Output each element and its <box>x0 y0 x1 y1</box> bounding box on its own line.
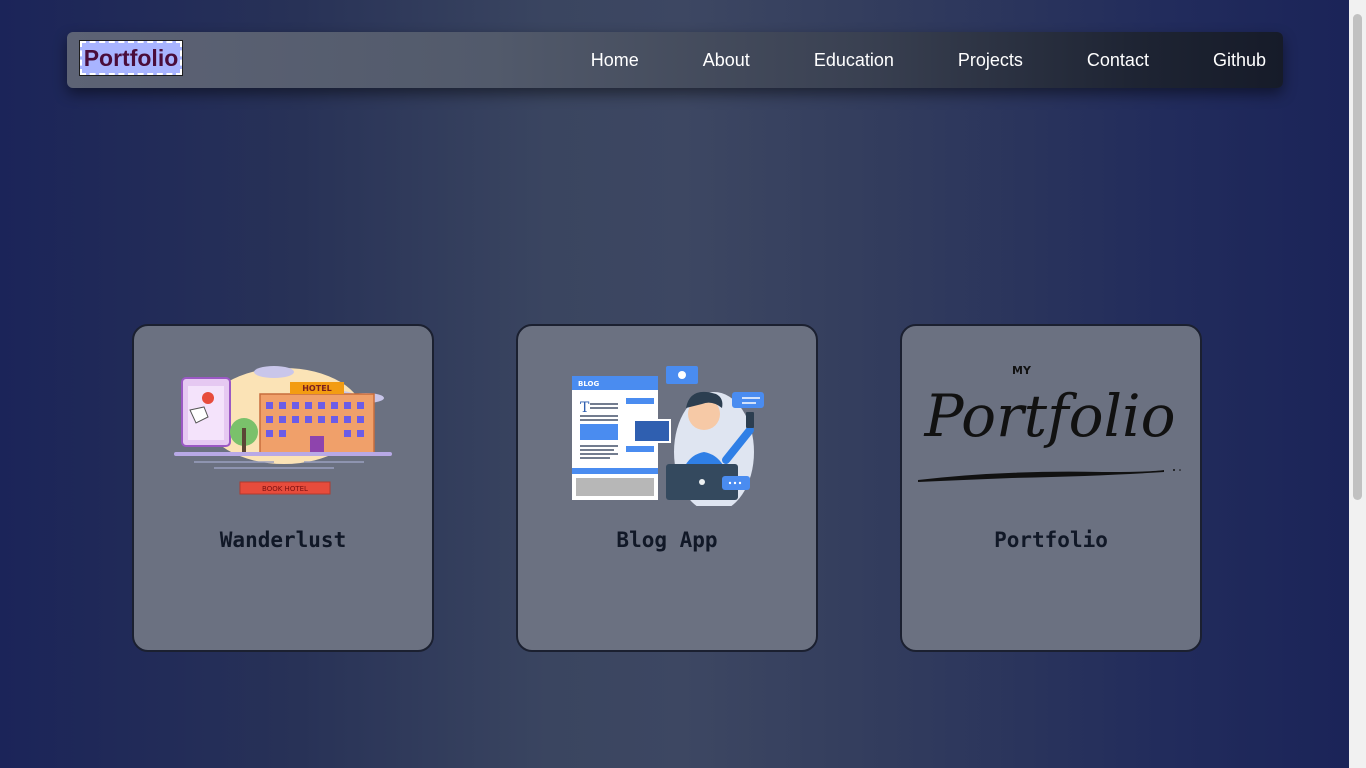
project-card-wanderlust[interactable]: HOTEL BOOK HOTEL Wanderlust <box>132 324 434 652</box>
hotel-booking-illustration: HOTEL BOOK HOTEL <box>174 366 392 495</box>
nav-link-github[interactable]: Github <box>1213 50 1266 71</box>
logo-script-text: Portfolio <box>923 382 1175 450</box>
project-card-portfolio[interactable]: MY Portfolio Portfolio <box>900 324 1202 652</box>
nav-link-education[interactable]: Education <box>814 50 894 71</box>
nav-link-projects[interactable]: Projects <box>958 50 1023 71</box>
blog-writer-illustration: BLOG T <box>572 366 764 506</box>
project-card-blog-app[interactable]: BLOG T Blog App <box>516 324 818 652</box>
project-title: Blog App <box>616 528 718 552</box>
logo-small-text: MY <box>1012 364 1032 377</box>
scrollbar-thumb[interactable] <box>1353 14 1362 500</box>
nav-links: Home About Education Projects Contact Gi… <box>591 32 1266 88</box>
svg-text:T: T <box>580 400 590 416</box>
blog-header-text: BLOG <box>578 380 599 388</box>
nav-link-about[interactable]: About <box>703 50 750 71</box>
book-hotel-banner-text: BOOK HOTEL <box>262 485 308 493</box>
vertical-scrollbar[interactable] <box>1349 0 1366 768</box>
page: Portfolio Home About Education Projects … <box>0 0 1349 768</box>
nav-link-home[interactable]: Home <box>591 50 639 71</box>
my-portfolio-logo: MY Portfolio <box>918 364 1181 482</box>
nav-link-contact[interactable]: Contact <box>1087 50 1149 71</box>
brand-logo[interactable]: Portfolio <box>79 40 183 76</box>
hotel-sign-text: HOTEL <box>302 384 332 393</box>
navbar: Portfolio Home About Education Projects … <box>67 32 1283 88</box>
project-title: Wanderlust <box>219 528 347 552</box>
project-title: Portfolio <box>994 528 1108 552</box>
